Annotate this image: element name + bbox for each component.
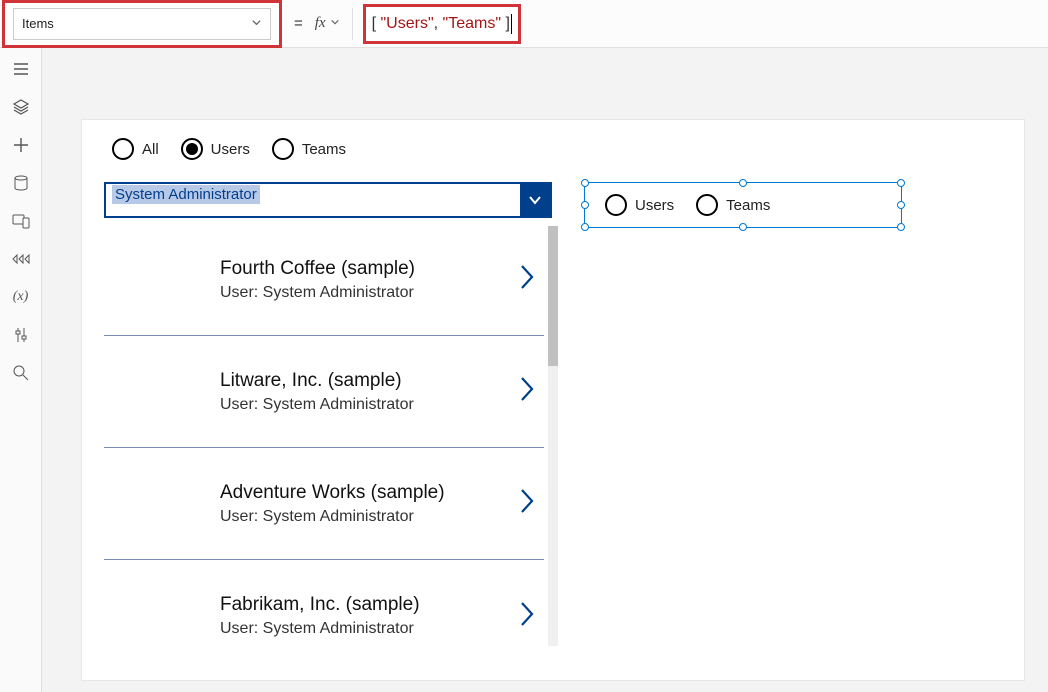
list-item-subtitle: User: System Administrator <box>220 284 415 302</box>
chevron-down-icon <box>527 192 543 208</box>
chevron-down-icon <box>330 17 340 30</box>
list-item-title: Fabrikam, Inc. (sample) <box>220 594 420 616</box>
gallery-items[interactable]: Fourth Coffee (sample) User: System Admi… <box>104 224 544 672</box>
radio-label: Teams <box>302 141 346 158</box>
resize-handle[interactable] <box>897 223 905 231</box>
property-dropdown[interactable]: Items <box>13 8 271 40</box>
list-item-title: Fourth Coffee (sample) <box>220 258 415 280</box>
list-item[interactable]: Fabrikam, Inc. (sample) User: System Adm… <box>104 560 544 672</box>
radio-label: All <box>142 141 159 158</box>
radio-circle-icon <box>605 194 627 216</box>
fx-label: fx <box>315 15 326 32</box>
equals-label: = <box>282 15 315 32</box>
variable-icon[interactable]: (x) <box>12 288 30 306</box>
resize-handle[interactable] <box>739 223 747 231</box>
resize-handle[interactable] <box>739 179 747 187</box>
left-sidebar: (x) <box>0 48 42 692</box>
radio-all[interactable]: All <box>112 138 159 160</box>
combobox-value: System Administrator <box>106 184 520 216</box>
resize-handle[interactable] <box>897 201 905 209</box>
resize-handle[interactable] <box>581 223 589 231</box>
scrollbar[interactable] <box>548 226 558 646</box>
radio-teams[interactable]: Teams <box>272 138 346 160</box>
list-item-title: Adventure Works (sample) <box>220 482 445 504</box>
resize-handle[interactable] <box>581 179 589 187</box>
main-area: (x) All Users Teams System Adm <box>0 48 1048 692</box>
property-dropdown-highlight: Items <box>2 0 282 48</box>
list-item-subtitle: User: System Administrator <box>220 508 445 526</box>
radio-circle-icon <box>181 138 203 160</box>
list-item-subtitle: User: System Administrator <box>220 396 414 414</box>
scrollbar-thumb[interactable] <box>548 226 558 366</box>
radio-label: Teams <box>726 197 770 214</box>
database-icon[interactable] <box>12 174 30 192</box>
resize-handle[interactable] <box>581 201 589 209</box>
radio-option-users[interactable]: Users <box>605 194 674 216</box>
layers-icon[interactable] <box>12 98 30 116</box>
formula-highlight: [ "Users", "Teams" ] <box>363 4 521 44</box>
role-combobox[interactable]: System Administrator <box>104 182 552 218</box>
steps-icon[interactable] <box>12 250 30 268</box>
radio-option-teams[interactable]: Teams <box>696 194 770 216</box>
chevron-down-icon <box>251 16 262 31</box>
plus-icon[interactable] <box>12 136 30 154</box>
combobox-toggle[interactable] <box>520 184 550 216</box>
canvas[interactable]: All Users Teams System Administrator <box>42 48 1048 692</box>
fx-button[interactable]: fx <box>315 8 353 40</box>
radio-circle-icon <box>696 194 718 216</box>
radio-dot-icon <box>186 143 198 155</box>
devices-icon[interactable] <box>12 212 30 230</box>
app-preview: All Users Teams System Administrator <box>82 120 1024 680</box>
chevron-right-icon[interactable] <box>518 375 536 408</box>
chevron-right-icon[interactable] <box>518 600 536 633</box>
formula-input[interactable]: [ "Users", "Teams" ] <box>372 13 512 34</box>
list-item[interactable]: Litware, Inc. (sample) User: System Admi… <box>104 336 544 448</box>
radio-label: Users <box>211 141 250 158</box>
search-icon[interactable] <box>12 364 30 382</box>
list-item-subtitle: User: System Administrator <box>220 620 420 638</box>
radio-circle-icon <box>272 138 294 160</box>
gallery: Fourth Coffee (sample) User: System Admi… <box>104 224 558 664</box>
chevron-right-icon[interactable] <box>518 487 536 520</box>
chevron-right-icon[interactable] <box>518 263 536 296</box>
formula-bar: Items = fx [ "Users", "Teams" ] <box>0 0 1048 48</box>
sliders-icon[interactable] <box>12 326 30 344</box>
filter-radio-group: All Users Teams <box>112 138 1002 160</box>
list-item[interactable]: Fourth Coffee (sample) User: System Admi… <box>104 224 544 336</box>
radio-circle-icon <box>112 138 134 160</box>
list-item[interactable]: Adventure Works (sample) User: System Ad… <box>104 448 544 560</box>
property-value: Items <box>22 16 54 31</box>
list-item-title: Litware, Inc. (sample) <box>220 370 414 392</box>
selected-radio-control[interactable]: Users Teams <box>584 182 902 228</box>
radio-users[interactable]: Users <box>181 138 250 160</box>
resize-handle[interactable] <box>897 179 905 187</box>
hamburger-icon[interactable] <box>12 60 30 78</box>
radio-label: Users <box>635 197 674 214</box>
